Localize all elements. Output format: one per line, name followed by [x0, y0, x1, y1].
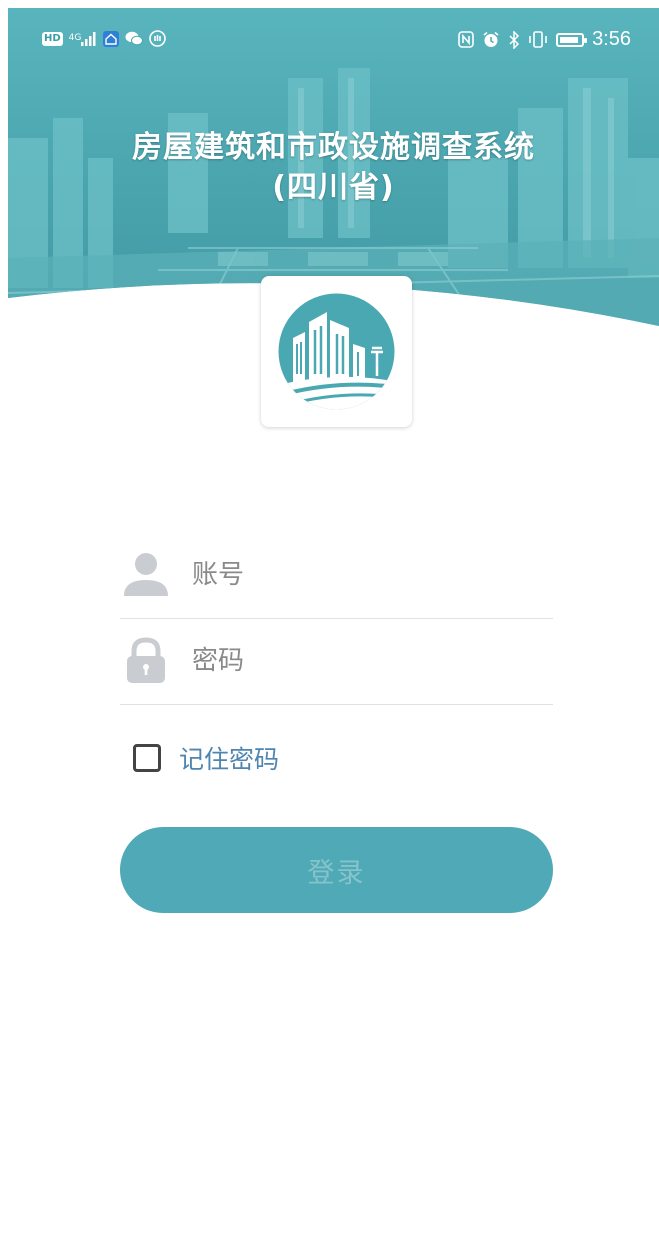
hand-icon [149, 30, 167, 47]
signal-icon: 4G [68, 31, 98, 46]
user-icon [124, 553, 168, 596]
app-logo [261, 276, 412, 427]
hd-icon: HD [42, 31, 63, 46]
login-screen: HD 4G 3:56 房屋建筑和市政设施调查系统 (四川省) 账号 记住密码 登… [0, 0, 659, 1257]
network-type-label: 4G [68, 33, 82, 43]
password-input[interactable] [192, 638, 542, 684]
status-time: 3:56 [592, 28, 631, 50]
remember-password-checkbox[interactable] [133, 744, 161, 772]
building-logo-icon [278, 293, 395, 410]
password-field [120, 620, 553, 705]
status-right-icons: 3:56 [458, 28, 631, 51]
home-app-icon [103, 30, 120, 47]
login-button[interactable]: 登录 [120, 827, 553, 913]
vibrate-icon [528, 31, 548, 48]
status-left-icons: HD 4G [42, 30, 167, 47]
nfc-icon [458, 31, 474, 48]
remember-password-label[interactable]: 记住密码 [179, 740, 279, 776]
lock-icon [127, 637, 165, 683]
status-bar: HD 4G 3:56 [8, 8, 659, 72]
battery-level [560, 36, 579, 43]
app-title: 房屋建筑和市政设施调查系统 (四川省) [8, 128, 659, 208]
remember-password-row[interactable]: 记住密码 [133, 738, 279, 778]
bluetooth-icon [508, 30, 520, 49]
alarm-icon [482, 31, 500, 48]
wechat-icon [125, 31, 144, 46]
app-title-line1: 房屋建筑和市政设施调查系统 [132, 130, 535, 165]
app-title-line2: (四川省) [272, 170, 395, 205]
username-field [120, 534, 553, 619]
battery-icon [556, 32, 588, 47]
username-input[interactable] [192, 552, 542, 598]
